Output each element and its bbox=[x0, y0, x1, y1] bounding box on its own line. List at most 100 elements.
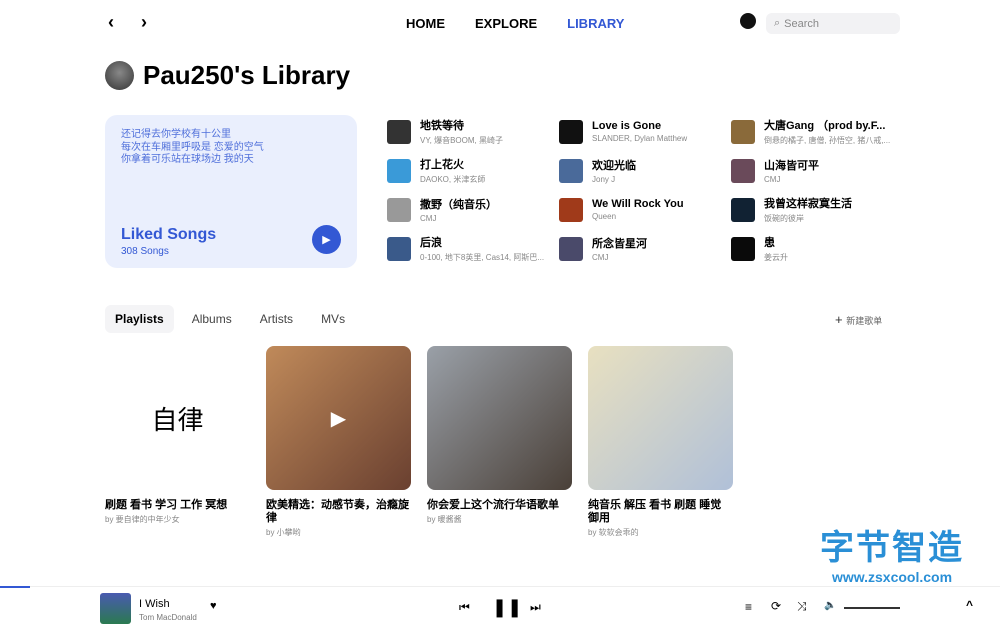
pause-icon[interactable]: ❚❚ bbox=[492, 597, 522, 618]
song-artist: CMJ bbox=[764, 175, 781, 184]
song-artist: 0-100, 地下8英里, Cas14, 阿斯巴... bbox=[420, 253, 545, 262]
song-name: 打上花火 bbox=[420, 159, 464, 171]
search-icon: ⌕ bbox=[774, 17, 781, 29]
repeat-icon[interactable]: ⟳ bbox=[771, 599, 781, 613]
song-cover bbox=[387, 119, 411, 144]
playlist-name: 纯音乐 解压 看书 刷题 睡觉 御用 bbox=[588, 499, 722, 524]
song-item[interactable]: 打上花火 DAOKO, 米津玄師 bbox=[387, 158, 559, 184]
playlist-name: 刷题 看书 学习 工作 冥想 bbox=[105, 499, 228, 511]
volume-icon[interactable]: 🔈 bbox=[824, 600, 836, 611]
now-playing-title[interactable]: I Wish bbox=[139, 598, 170, 610]
playlist-creator: by 要自律的中年少女 bbox=[105, 515, 180, 524]
play-liked-button[interactable]: ▶ bbox=[312, 225, 341, 254]
library-tabs: Playlists Albums Artists MVs bbox=[105, 305, 363, 333]
forward-button[interactable]: › bbox=[141, 12, 147, 33]
song-name: Love is Gone bbox=[592, 120, 662, 132]
song-name: 大唐Gang （prod by.F... bbox=[764, 120, 886, 132]
previous-icon[interactable]: ⏮ bbox=[459, 600, 470, 615]
song-artist: SLANDER, Dylan Matthew bbox=[592, 134, 688, 143]
lyric-line: 还记得去你学校有十公里 bbox=[121, 129, 231, 140]
volume-slider[interactable] bbox=[844, 607, 900, 609]
song-cover bbox=[731, 236, 755, 261]
tab-albums[interactable]: Albums bbox=[182, 305, 242, 333]
song-cover bbox=[731, 119, 755, 144]
song-item[interactable]: 撒野（纯音乐） CMJ bbox=[387, 197, 559, 223]
page-title: Pau250's Library bbox=[143, 60, 351, 90]
player-bar: I Wish Tom MacDonald ♥ ⏮ ❚❚ ⏭ ≡ ⟳ ⤨ 🔈 ^ bbox=[0, 586, 1000, 626]
tab-mvs[interactable]: MVs bbox=[311, 305, 355, 333]
liked-songs-card[interactable]: 还记得去你学校有十公里 每次在车厢里呼吸是 恋爱的空气 你拿着可乐站在球场边 我… bbox=[105, 115, 357, 268]
song-item[interactable]: 山海皆可平 CMJ bbox=[731, 158, 903, 184]
song-name: 所念皆星河 bbox=[592, 238, 647, 250]
song-item[interactable]: 所念皆星河 CMJ bbox=[559, 236, 731, 262]
search-input[interactable]: ⌕ Search bbox=[766, 13, 900, 34]
song-item[interactable]: 我曾这样寂寞生活 饭碗的彼岸 bbox=[731, 197, 903, 223]
song-artist: DAOKO, 米津玄師 bbox=[420, 175, 486, 184]
song-artist: 姜云升 bbox=[764, 253, 788, 262]
back-button[interactable]: ‹ bbox=[108, 12, 114, 33]
nav-home[interactable]: HOME bbox=[406, 16, 445, 31]
song-cover bbox=[559, 158, 583, 183]
liked-songs-count: 308 Songs bbox=[121, 246, 169, 257]
playlist-icon[interactable]: ≡ bbox=[745, 600, 752, 614]
song-cover bbox=[559, 236, 583, 261]
song-name: 欢迎光临 bbox=[592, 160, 636, 172]
play-icon[interactable]: ▶ bbox=[331, 406, 346, 431]
song-item[interactable]: We Will Rock You Queen bbox=[559, 197, 731, 222]
playlist-card[interactable]: ▶ 欧美精选：动感节奏，治瘾旋律 by 小攀哟 bbox=[266, 346, 411, 538]
playlist-cover[interactable] bbox=[427, 346, 572, 490]
song-item[interactable]: 地铁等待 VY, 爆音BOOM, 黑崎子 bbox=[387, 119, 559, 145]
avatar[interactable] bbox=[105, 61, 134, 90]
now-playing-artist[interactable]: Tom MacDonald bbox=[139, 613, 197, 622]
progress-bar[interactable] bbox=[0, 586, 30, 588]
song-name: 地铁等待 bbox=[420, 120, 464, 132]
song-cover bbox=[559, 119, 583, 144]
shuffle-icon[interactable]: ⤨ bbox=[797, 599, 807, 614]
song-item[interactable]: 大唐Gang （prod by.F... 倒悬的橘子, 唐僧, 孙悟空, 猪八戒,… bbox=[731, 119, 903, 145]
new-playlist-button[interactable]: + 新建歌单 bbox=[835, 312, 882, 327]
playlist-cover[interactable]: 自律 bbox=[105, 346, 250, 490]
song-item[interactable]: Love is Gone SLANDER, Dylan Matthew bbox=[559, 119, 731, 144]
song-item[interactable]: 欢迎光临 Jony J bbox=[559, 158, 731, 184]
lyric-line: 每次在车厢里呼吸是 恋爱的空气 bbox=[121, 141, 264, 153]
liked-songs-title: Liked Songs bbox=[121, 226, 217, 243]
playlist-creator: by 软软会乖的 bbox=[588, 528, 639, 537]
song-cover bbox=[387, 158, 411, 183]
playlist-card[interactable]: 纯音乐 解压 看书 刷题 睡觉 御用 by 软软会乖的 bbox=[588, 346, 733, 538]
chevron-up-icon[interactable]: ^ bbox=[966, 598, 973, 612]
page-header: Pau250's Library bbox=[105, 60, 350, 91]
song-cover bbox=[387, 236, 411, 261]
song-artist: Jony J bbox=[592, 175, 616, 184]
playlist-card[interactable]: 你会爱上这个流行华语歌单 by 暖酱酱 bbox=[427, 346, 572, 538]
nav-library[interactable]: LIBRARY bbox=[567, 16, 624, 31]
song-artist: CMJ bbox=[592, 253, 609, 262]
song-artist: 饭碗的彼岸 bbox=[764, 214, 804, 223]
now-playing-cover[interactable] bbox=[100, 593, 131, 624]
playlist-grid: 自律刷题 看书 学习 工作 冥想 by 要自律的中年少女 ▶ 欧美精选：动感节奏，治瘾… bbox=[105, 346, 733, 538]
playlist-card[interactable]: 自律刷题 看书 学习 工作 冥想 by 要自律的中年少女 bbox=[105, 346, 250, 538]
liked-songs-grid: 地铁等待 VY, 爆音BOOM, 黑崎子 Love is Gone SLANDER, … bbox=[387, 119, 903, 262]
song-name: 我曾这样寂寞生活 bbox=[764, 198, 852, 210]
song-cover bbox=[387, 197, 411, 222]
song-name: 后浪 bbox=[420, 237, 442, 249]
song-name: 患 bbox=[764, 237, 775, 249]
heart-icon[interactable]: ♥ bbox=[210, 600, 217, 612]
tab-artists[interactable]: Artists bbox=[250, 305, 303, 333]
github-icon[interactable] bbox=[740, 13, 756, 29]
nav-explore[interactable]: EXPLORE bbox=[475, 16, 537, 31]
cover-text: 自律 bbox=[151, 405, 204, 436]
song-name: We Will Rock You bbox=[592, 198, 684, 210]
playlist-name: 你会爱上这个流行华语歌单 bbox=[427, 499, 559, 511]
playlist-cover[interactable] bbox=[588, 346, 733, 490]
top-nav: ‹ › HOME EXPLORE LIBRARY ⌕ Search bbox=[0, 0, 1000, 46]
song-artist: Queen bbox=[592, 212, 617, 221]
song-artist: CMJ bbox=[420, 214, 437, 223]
song-cover bbox=[559, 197, 583, 222]
next-icon[interactable]: ⏭ bbox=[530, 600, 541, 615]
song-item[interactable]: 患姜云升 bbox=[731, 236, 903, 262]
song-item[interactable]: 后浪 0-100, 地下8英里, Cas14, 阿斯巴... bbox=[387, 236, 559, 262]
playlist-cover[interactable]: ▶ bbox=[266, 346, 411, 490]
lyric-line: 你拿着可乐站在球场边 我的天 bbox=[121, 154, 254, 165]
plus-icon: + bbox=[835, 312, 847, 327]
tab-playlists[interactable]: Playlists bbox=[105, 305, 174, 333]
